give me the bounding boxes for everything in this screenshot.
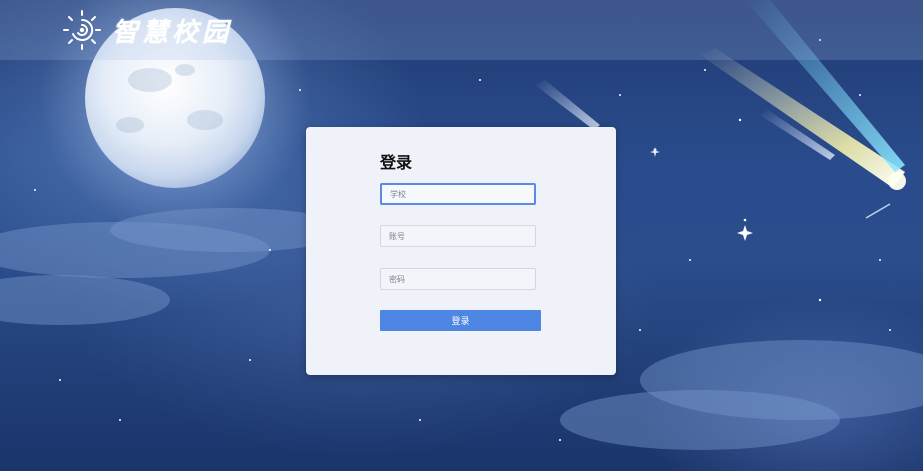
login-button[interactable]: 登录	[380, 310, 541, 331]
swirl-sun-icon	[63, 10, 101, 50]
school-input[interactable]	[380, 183, 536, 205]
account-input[interactable]	[380, 225, 536, 247]
login-card: 登录 登录	[306, 127, 616, 375]
comet-large	[700, 48, 905, 188]
password-input[interactable]	[380, 268, 536, 290]
brand-title: 智慧校园	[112, 17, 233, 48]
sparkle-star	[737, 225, 753, 241]
login-title: 登录	[380, 153, 413, 172]
comet-small	[535, 80, 600, 130]
top-header-bar: 智慧校园	[0, 0, 923, 60]
login-page: 智慧校园 登录 登录	[0, 0, 923, 471]
brand-logo[interactable]: 智慧校园	[60, 8, 232, 52]
